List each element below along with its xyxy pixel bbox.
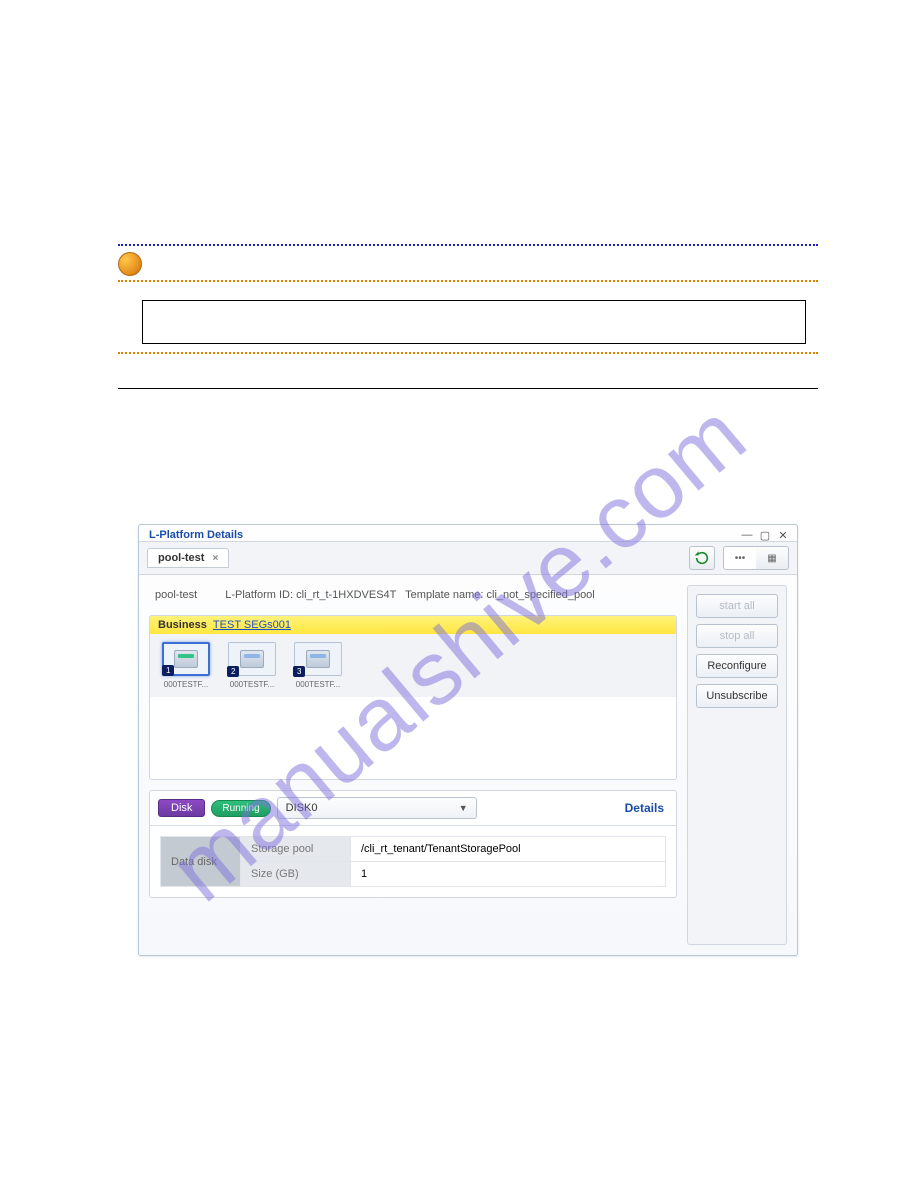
cell-size-label: Size (GB): [241, 862, 351, 887]
window-tabbar: pool-test × ••• ▦: [139, 542, 797, 575]
node-badge: 1: [162, 665, 174, 676]
disk-select-value: DISK0: [286, 802, 318, 814]
divider-blue-dotted: [118, 244, 818, 246]
chevron-down-icon: ▼: [459, 803, 468, 813]
server-icon: [240, 650, 264, 668]
server-icon: [306, 650, 330, 668]
lplatform-id-label: L-Platform ID:: [225, 589, 293, 601]
running-status-badge: Running: [211, 800, 270, 817]
lplatform-name: pool-test: [155, 589, 197, 601]
refresh-button[interactable]: [689, 546, 715, 570]
server-node-3[interactable]: 3 000TESTF...: [290, 642, 346, 689]
disk-select[interactable]: DISK0 ▼: [277, 797, 477, 819]
topology-canvas: Business TEST SEGs001 1 000TESTF...: [149, 615, 677, 780]
divider-orange-dotted-1: [118, 280, 818, 282]
disk-tab-button[interactable]: Disk: [158, 799, 205, 817]
action-sidebar: start all stop all Reconfigure Unsubscri…: [687, 585, 787, 945]
view-toggle-card[interactable]: •••: [724, 547, 756, 569]
server-node-2[interactable]: 2 000TESTF...: [224, 642, 280, 689]
lplatform-id-value: cli_rt_t-1HXDVES4T: [296, 589, 396, 601]
template-name-value: cli_not_specified_pool: [487, 589, 595, 601]
server-icon: [174, 650, 198, 668]
window-close-icon[interactable]: ✕: [777, 529, 789, 541]
tab-label: pool-test: [158, 552, 204, 564]
disk-details-table: Data disk Storage pool /cli_rt_tenant/Te…: [160, 836, 666, 887]
refresh-icon: [694, 550, 710, 566]
window-minimize-icon[interactable]: —: [741, 529, 753, 541]
unsubscribe-button[interactable]: Unsubscribe: [696, 684, 778, 708]
node-row: 1 000TESTF... 2 000TESTF...: [150, 634, 676, 697]
template-name-label: Template name:: [405, 589, 483, 601]
stop-all-button[interactable]: stop all: [696, 624, 778, 648]
coin-icon: [118, 252, 142, 276]
empty-outlined-box: [142, 300, 806, 344]
lplatform-details-window: L-Platform Details — ▢ ✕ pool-test ×: [138, 524, 798, 956]
view-toggle: ••• ▦: [723, 546, 789, 570]
cell-storage-pool-label: Storage pool: [241, 837, 351, 862]
window-titlebar: L-Platform Details — ▢ ✕: [139, 525, 797, 542]
table-row: Data disk Storage pool /cli_rt_tenant/Te…: [161, 837, 666, 862]
node-label: 000TESTF...: [296, 680, 340, 689]
node-badge: 3: [293, 666, 305, 677]
view-toggle-list[interactable]: ▦: [756, 547, 788, 569]
node-badge: 2: [227, 666, 239, 677]
segment-link[interactable]: TEST SEGs001: [213, 619, 291, 631]
divider-solid-black: [118, 388, 818, 389]
reconfigure-button[interactable]: Reconfigure: [696, 654, 778, 678]
divider-orange-dotted-2: [118, 352, 818, 354]
segment-category-label: Business: [158, 619, 207, 631]
tab-pool-test[interactable]: pool-test ×: [147, 548, 229, 568]
cell-storage-pool-value: /cli_rt_tenant/TenantStoragePool: [351, 837, 666, 862]
tab-close-icon[interactable]: ×: [212, 553, 218, 564]
details-pane: Disk Running DISK0 ▼ Details Data disk S: [149, 790, 677, 898]
details-link[interactable]: Details: [625, 801, 668, 815]
node-label: 000TESTF...: [230, 680, 274, 689]
start-all-button[interactable]: start all: [696, 594, 778, 618]
server-node-1[interactable]: 1 000TESTF...: [158, 642, 214, 689]
window-title: L-Platform Details: [149, 529, 243, 541]
row-header-data-disk: Data disk: [161, 837, 241, 887]
node-label: 000TESTF...: [164, 680, 208, 689]
lplatform-info-row: pool-test L-Platform ID: cli_rt_t-1HXDVE…: [149, 585, 677, 605]
window-maximize-icon[interactable]: ▢: [759, 529, 771, 541]
cell-size-value: 1: [351, 862, 666, 887]
segment-bar: Business TEST SEGs001: [150, 616, 676, 634]
